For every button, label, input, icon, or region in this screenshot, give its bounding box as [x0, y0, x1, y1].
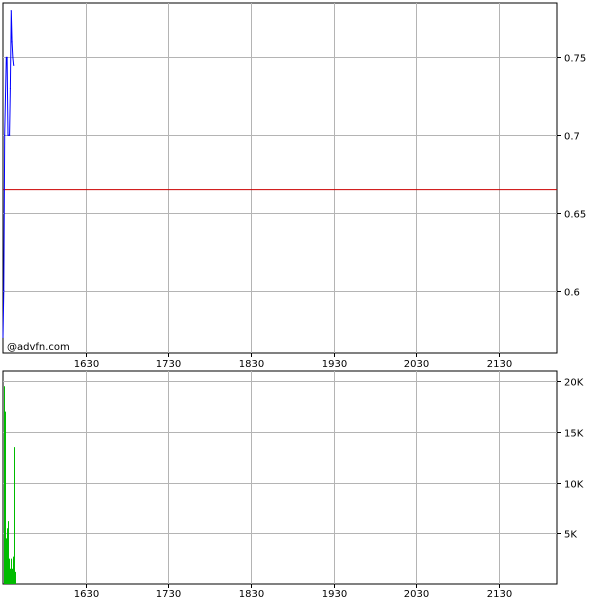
- watermark-text: @advfn.com: [7, 342, 70, 353]
- price-point: [3, 290, 5, 292]
- price-y-tick-label: 0.65: [564, 210, 586, 221]
- price-point: [10, 10, 12, 12]
- volume-x-tick-label: 1730: [156, 589, 181, 600]
- price-y-tick-label: 0.7: [564, 132, 580, 143]
- volume-y-tick-label: 20K: [564, 378, 584, 389]
- price-point: [6, 56, 8, 59]
- price-point: [9, 134, 11, 136]
- stock-chart: 1630 1730 1830 1930 2030 2130 0.6 0.65 0.7 0.75 @a…: [0, 0, 600, 600]
- price-y-tick-label: 0.75: [564, 54, 586, 65]
- chart-canvas: 1630 1730 1830 1930 2030 2130 0.6 0.65 0.7 0.75 @a…: [2, 2, 586, 600]
- price-x-tick-label: 2030: [404, 359, 429, 370]
- price-point: [13, 64, 15, 66]
- price-x-tick-label: 2130: [487, 359, 512, 370]
- price-point: [12, 56, 14, 59]
- volume-y-tick-label: 5K: [564, 530, 577, 541]
- volume-x-tick-label: 1930: [322, 589, 347, 600]
- price-x-tick-label: 1830: [239, 359, 264, 370]
- price-point: [4, 134, 6, 136]
- price-point: [11, 41, 13, 43]
- price-panel: 1630 1730 1830 1930 2030 2130 0.6 0.65 0.7 0.75 @a…: [2, 2, 586, 370]
- price-y-tick-label: 0.6: [564, 288, 580, 299]
- price-x-tick-label: 1630: [74, 359, 99, 370]
- volume-y-tick-label: 10K: [564, 480, 584, 491]
- volume-x-tick-label: 2030: [404, 589, 429, 600]
- volume-panel: 1630 1730 1830 1930 2030 2130 5K 10K 15K 20K: [2, 370, 584, 600]
- price-point: [9, 87, 12, 90]
- volume-y-tick-label: 15K: [564, 429, 584, 440]
- volume-x-tick-label: 1830: [239, 589, 264, 600]
- price-point: [7, 134, 9, 136]
- volume-x-tick-label: 1630: [74, 589, 99, 600]
- volume-x-tick-label: 2130: [487, 589, 512, 600]
- price-point: [2, 336, 4, 339]
- price-x-tick-label: 1930: [322, 359, 347, 370]
- price-x-tick-label: 1730: [156, 359, 181, 370]
